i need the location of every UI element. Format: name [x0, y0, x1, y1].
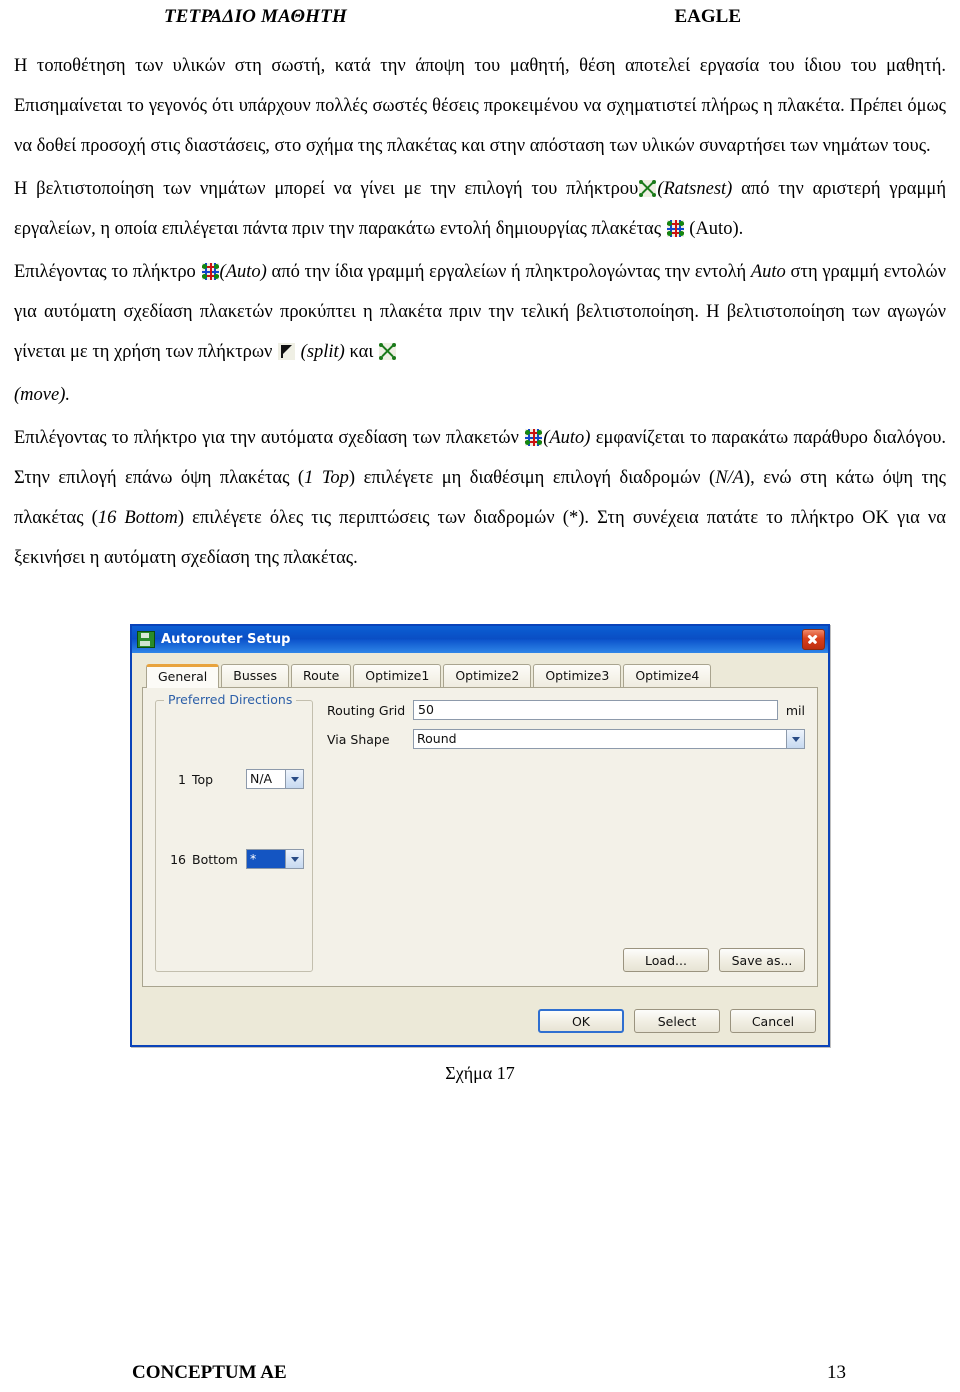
paragraph-4-text-c: ) επιλέγετε μη διαθέσιμη επιλογή διαδρομ… — [348, 468, 716, 488]
paragraph-4-auto-label: (Auto) — [543, 428, 591, 448]
figure-autorouter-setup: Autorouter Setup General Busses Route Op… — [14, 624, 946, 1084]
document-page: ΤΕΤΡΑΔΙΟ ΜΑΘΗΤΗ EAGLE Η τοποθέτηση των υ… — [0, 0, 960, 1392]
figure-caption: Σχήμα 17 — [445, 1063, 515, 1083]
paragraph-4-text-a: Επιλέγοντας το πλήκτρο για την αυτόματα … — [14, 428, 519, 448]
paragraph-4-bottom-layer: 16 Bottom — [97, 508, 178, 528]
layer-label-bottom: Bottom — [192, 851, 238, 867]
paragraph-4-top-layer: 1 Top — [304, 468, 349, 488]
running-head-right: EAGLE — [674, 6, 741, 27]
via-shape-value: Round — [417, 731, 457, 746]
routing-grid-row: Routing Grid 50 mil — [327, 700, 805, 720]
via-shape-combo[interactable]: Round — [413, 729, 805, 749]
top-direction-value: N/A — [250, 771, 273, 786]
paragraph-2-text-a: Η βελτιστοποίηση των νημάτων μπορεί να γ… — [14, 179, 639, 199]
routing-grid-label: Routing Grid — [327, 702, 406, 718]
paragraph-1: Η τοποθέτηση των υλικών στη σωστή, κατά … — [14, 46, 946, 166]
tab-route[interactable]: Route — [291, 664, 352, 687]
layer-number-bottom: 16 — [170, 851, 186, 867]
move-icon — [378, 343, 396, 360]
paragraph-3-continuation: (move). — [14, 375, 946, 415]
ok-button[interactable]: OK — [538, 1009, 624, 1033]
preferred-directions-group: Preferred Directions 1 Top N/A 16 Bottom — [155, 692, 313, 972]
paragraph-2-ratsnest-label: (Ratsnest) — [657, 179, 733, 199]
paragraph-3: Επιλέγοντας το πλήκτρο (Auto) από την ίδ… — [14, 252, 946, 372]
paragraph-3-text-b: από την ίδια γραμμή εργαλείων ή πληκτρολ… — [271, 262, 747, 282]
routing-grid-input[interactable]: 50 — [413, 700, 778, 720]
layer-number-top: 1 — [178, 771, 186, 787]
fields-spacer — [327, 758, 805, 948]
auto-icon — [525, 429, 543, 446]
auto-icon — [666, 220, 684, 237]
layer-label-top: Top — [192, 771, 214, 787]
dialog-footer: OK Select Cancel — [132, 997, 828, 1045]
body-copy: Η τοποθέτηση των υλικών στη σωστή, κατά … — [14, 46, 946, 578]
paragraph-2-auto-label: (Auto). — [689, 219, 744, 239]
top-direction-combo[interactable]: N/A — [246, 769, 304, 789]
tab-optimize1[interactable]: Optimize1 — [353, 664, 442, 687]
tab-optimize2[interactable]: Optimize2 — [443, 664, 532, 687]
panel-buttons: Load... Save as... — [327, 948, 805, 972]
running-head-left: ΤΕΤΡΑΔΙΟ ΜΑΘΗΤΗ — [164, 6, 347, 27]
footer-organization: CONCEPTUM AE — [132, 1362, 287, 1383]
bottom-direction-combo[interactable]: * — [246, 849, 304, 869]
tab-general[interactable]: General — [146, 664, 220, 688]
preferred-directions-legend: Preferred Directions — [164, 692, 297, 707]
dialog-body: General Busses Route Optimize1 Optimize2… — [132, 653, 828, 997]
tab-busses[interactable]: Busses — [221, 664, 289, 687]
paragraph-3-text-d: και — [349, 342, 374, 362]
chevron-down-icon — [285, 850, 303, 868]
general-fields: Routing Grid 50 mil Via Shape Round Load… — [327, 700, 805, 972]
paragraph-3-text-a: Επιλέγοντας το πλήκτρο — [14, 262, 196, 282]
paragraph-4: Επιλέγοντας το πλήκτρο για την αυτόματα … — [14, 418, 946, 578]
via-shape-label: Via Shape — [327, 731, 390, 747]
cancel-button[interactable]: Cancel — [730, 1009, 816, 1033]
page-number: 13 — [827, 1362, 846, 1383]
floppy-save-icon — [137, 631, 155, 648]
auto-icon — [201, 263, 219, 280]
layer-row-bottom: 16 Bottom * — [164, 849, 304, 869]
paragraph-3-split-label: (split) — [300, 342, 345, 362]
dialog-title: Autorouter Setup — [161, 632, 291, 647]
dialog-titlebar: Autorouter Setup — [132, 626, 828, 653]
paragraph-3-auto-label: (Auto) — [219, 262, 267, 282]
tabpanel-general: Preferred Directions 1 Top N/A 16 Bottom — [142, 687, 818, 987]
paragraph-2: Η βελτιστοποίηση των νημάτων μπορεί να γ… — [14, 169, 946, 249]
routing-grid-unit: mil — [785, 702, 805, 718]
ratsnest-icon — [639, 180, 657, 197]
paragraph-4-na-value: N/A — [715, 468, 744, 488]
paragraph-3-command: Auto — [750, 262, 786, 282]
close-icon[interactable] — [802, 629, 825, 650]
save-as-button[interactable]: Save as... — [719, 948, 805, 972]
layer-row-top: 1 Top N/A — [164, 769, 304, 789]
page-footer: CONCEPTUM AE 13 — [14, 1362, 946, 1384]
tab-optimize3[interactable]: Optimize3 — [533, 664, 622, 687]
select-button[interactable]: Select — [634, 1009, 720, 1033]
autorouter-setup-dialog: Autorouter Setup General Busses Route Op… — [130, 624, 830, 1047]
chevron-down-icon — [285, 770, 303, 788]
via-shape-row: Via Shape Round — [327, 729, 805, 749]
paragraph-3-move-label: (move). — [14, 385, 70, 405]
load-button[interactable]: Load... — [623, 948, 709, 972]
tabstrip: General Busses Route Optimize1 Optimize2… — [142, 662, 818, 688]
tab-optimize4[interactable]: Optimize4 — [623, 664, 712, 687]
running-head: ΤΕΤΡΑΔΙΟ ΜΑΘΗΤΗ EAGLE — [14, 0, 946, 32]
chevron-down-icon — [786, 730, 804, 748]
bottom-direction-value: * — [247, 850, 285, 868]
paragraph-1-text: Η τοποθέτηση των υλικών στη σωστή, κατά … — [14, 56, 946, 156]
split-icon — [278, 343, 296, 360]
